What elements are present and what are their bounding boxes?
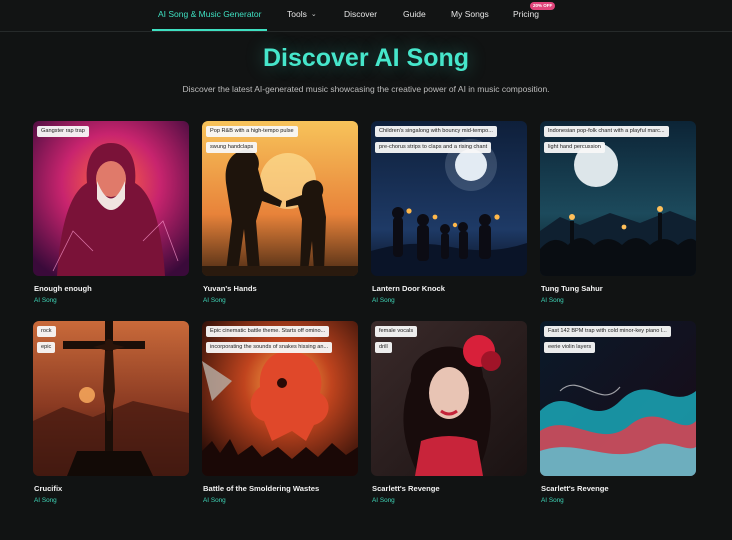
song-cover[interactable]: Pop R&B with a high-tempo pulse swung ha… xyxy=(202,121,358,276)
cover-hooded-figure-image xyxy=(33,121,189,276)
song-card[interactable]: Indonesian pop-folk chant with a playful… xyxy=(540,121,696,304)
song-tag: female vocals xyxy=(375,326,418,337)
song-cover[interactable]: Children's singalong with bouncy mid-tem… xyxy=(371,121,527,276)
song-title[interactable]: Scarlett's Revenge xyxy=(541,484,609,493)
song-card[interactable]: female vocals drill Scarlett's Revenge A… xyxy=(371,321,527,504)
song-cover[interactable]: Gangster rap trap xyxy=(33,121,189,276)
song-tag: pre-chorus strips to claps and a rising … xyxy=(375,142,492,153)
song-card[interactable]: Fast 142 BPM trap with cold minor-key pi… xyxy=(540,321,696,504)
song-cover[interactable]: Fast 142 BPM trap with cold minor-key pi… xyxy=(540,321,696,476)
song-title[interactable]: Scarlett's Revenge xyxy=(372,484,440,493)
song-cover[interactable]: rock epic xyxy=(33,321,189,476)
song-tag: Fast 142 BPM trap with cold minor-key pi… xyxy=(544,326,671,337)
song-category: AI Song xyxy=(203,497,226,504)
song-title[interactable]: Tung Tung Sahur xyxy=(541,284,603,293)
cover-woman-portrait-image xyxy=(371,321,527,476)
song-title[interactable]: Lantern Door Knock xyxy=(372,284,445,293)
song-cover[interactable]: Epic cinematic battle theme. Starts off … xyxy=(202,321,358,476)
cover-crucifix-image xyxy=(33,321,189,476)
song-card[interactable]: Gangster rap trap Enough enough AI Song xyxy=(33,121,189,304)
song-card[interactable]: Epic cinematic battle theme. Starts off … xyxy=(202,321,358,504)
song-grid: Gangster rap trap Enough enough AI Song … xyxy=(0,0,732,540)
song-tag: epic xyxy=(37,342,56,353)
song-tag: eerie violin layers xyxy=(544,342,596,353)
song-title[interactable]: Enough enough xyxy=(34,284,92,293)
song-cover[interactable]: female vocals drill xyxy=(371,321,527,476)
song-category: AI Song xyxy=(372,297,395,304)
song-category: AI Song xyxy=(541,297,564,304)
song-tag: Children's singalong with bouncy mid-tem… xyxy=(375,126,497,137)
song-category: AI Song xyxy=(203,297,226,304)
song-title[interactable]: Battle of the Smoldering Wastes xyxy=(203,484,319,493)
song-card[interactable]: Children's singalong with bouncy mid-tem… xyxy=(371,121,527,304)
song-category: AI Song xyxy=(541,497,564,504)
song-tag: light hand percussion xyxy=(544,142,605,153)
song-title[interactable]: Yuvan's Hands xyxy=(203,284,257,293)
song-card[interactable]: rock epic Crucifix AI Song xyxy=(33,321,189,504)
song-card[interactable]: Pop R&B with a high-tempo pulse swung ha… xyxy=(202,121,358,304)
song-tag: Gangster rap trap xyxy=(37,126,89,137)
song-category: AI Song xyxy=(34,297,57,304)
song-tag: Pop R&B with a high-tempo pulse xyxy=(206,126,298,137)
song-title[interactable]: Crucifix xyxy=(34,484,62,493)
song-tag: drill xyxy=(375,342,392,353)
song-category: AI Song xyxy=(34,497,57,504)
song-tag: Indonesian pop-folk chant with a playful… xyxy=(544,126,669,137)
song-cover[interactable]: Indonesian pop-folk chant with a playful… xyxy=(540,121,696,276)
song-tag: rock xyxy=(37,326,56,337)
song-category: AI Song xyxy=(372,497,395,504)
song-tag: incorporating the sounds of snakes hissi… xyxy=(206,342,333,353)
song-tag: Epic cinematic battle theme. Starts off … xyxy=(206,326,330,337)
song-tag: swung handclaps xyxy=(206,142,258,153)
